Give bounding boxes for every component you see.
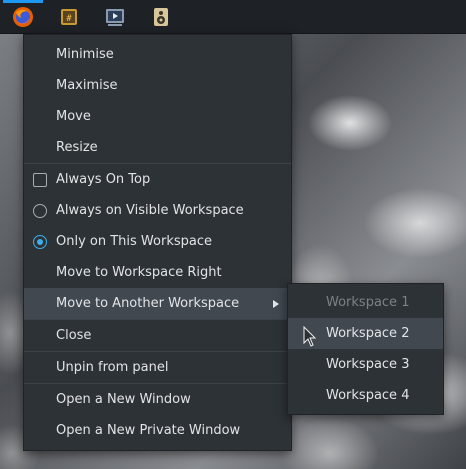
speaker-icon <box>150 6 172 28</box>
svg-text:#: # <box>66 14 72 24</box>
menu-item-label: Unpin from panel <box>56 360 169 375</box>
menu-item-label: Always On Top <box>56 172 151 187</box>
radio-unchecked-icon[interactable] <box>33 203 47 218</box>
menu-item-move-workspace-right[interactable]: Move to Workspace Right <box>24 257 291 288</box>
menu-item-move[interactable]: Move <box>24 101 291 132</box>
task-firefox[interactable] <box>0 0 46 33</box>
menu-item-close[interactable]: Close <box>24 320 291 351</box>
task-video-player[interactable] <box>92 0 138 33</box>
submenu-item-label: Workspace 1 <box>326 295 410 310</box>
menu-item-resize[interactable]: Resize <box>24 132 291 163</box>
menu-item-always-visible-workspace[interactable]: Always on Visible Workspace <box>24 195 291 226</box>
menu-item-label: Move to Workspace Right <box>56 265 222 280</box>
menu-item-label: Close <box>56 328 92 343</box>
menu-item-maximise[interactable]: Maximise <box>24 70 291 101</box>
submenu-item-label: Workspace 2 <box>326 326 410 341</box>
radio-checked-icon[interactable] <box>33 234 47 249</box>
menu-item-label: Maximise <box>56 78 118 93</box>
window-context-menu: Minimise Maximise Move Resize Always On … <box>23 34 292 451</box>
menu-item-open-new-window[interactable]: Open a New Window <box>24 384 291 415</box>
menu-item-always-on-top[interactable]: Always On Top <box>24 164 291 195</box>
task-terminal[interactable]: # <box>46 0 92 33</box>
video-player-icon <box>104 6 126 28</box>
submenu-item-workspace-1: Workspace 1 <box>288 287 443 318</box>
submenu-arrow-icon <box>273 299 279 308</box>
menu-item-only-this-workspace[interactable]: Only on This Workspace <box>24 226 291 257</box>
submenu-item-workspace-3[interactable]: Workspace 3 <box>288 349 443 380</box>
menu-item-open-new-private-window[interactable]: Open a New Private Window <box>24 415 291 446</box>
menu-item-label: Only on This Workspace <box>56 234 212 249</box>
menu-item-label: Move <box>56 109 91 124</box>
terminal-icon: # <box>58 6 80 28</box>
checkbox-unchecked-icon[interactable] <box>33 172 47 187</box>
menu-item-move-another-workspace[interactable]: Move to Another Workspace <box>24 288 291 319</box>
menu-item-label: Open a New Window <box>56 392 191 407</box>
menu-item-label: Open a New Private Window <box>56 423 241 438</box>
taskbar-panel: # <box>0 0 466 34</box>
menu-item-label: Minimise <box>56 47 114 62</box>
submenu-item-workspace-4[interactable]: Workspace 4 <box>288 380 443 411</box>
menu-item-label: Always on Visible Workspace <box>56 203 244 218</box>
menu-item-label: Move to Another Workspace <box>56 296 240 311</box>
submenu-item-label: Workspace 3 <box>326 357 410 372</box>
mouse-pointer-icon <box>303 325 317 352</box>
menu-item-minimise[interactable]: Minimise <box>24 39 291 70</box>
menu-item-label: Resize <box>56 140 98 155</box>
menu-item-unpin-from-panel[interactable]: Unpin from panel <box>24 352 291 383</box>
submenu-item-label: Workspace 4 <box>326 388 410 403</box>
firefox-icon <box>12 6 34 28</box>
task-speaker[interactable] <box>138 0 184 33</box>
